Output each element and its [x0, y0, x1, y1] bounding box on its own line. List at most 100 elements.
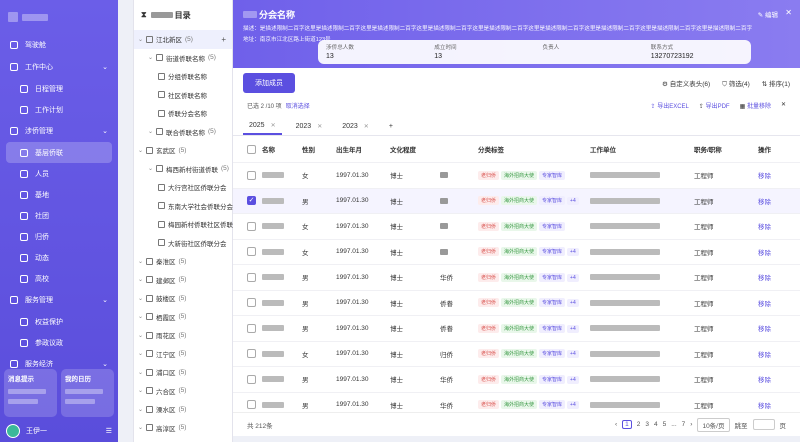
page-number[interactable]: ... [671, 421, 676, 428]
tree-node[interactable]: ⌄ 玄武区 (5) [134, 141, 232, 160]
more-tags[interactable]: +4 [567, 197, 579, 206]
chevron-icon[interactable]: ⌄ [138, 295, 146, 302]
add-tab-button[interactable]: + [383, 117, 399, 135]
sidebar-item-13[interactable]: 权益保护 [0, 311, 118, 332]
row-checkbox[interactable] [247, 247, 256, 257]
row-checkbox[interactable] [247, 298, 256, 308]
more-tags[interactable]: +4 [567, 248, 579, 257]
chevron-icon[interactable]: ⌄ [138, 313, 146, 320]
remove-link[interactable]: 移除 [756, 170, 786, 180]
tree-node[interactable]: 东南大学社会侨联分会 [134, 197, 233, 216]
next-page-icon[interactable]: › [690, 421, 692, 428]
chevron-icon[interactable]: ⌄ [138, 424, 146, 431]
sidebar-item-6[interactable]: 人员 [0, 163, 118, 184]
remove-link[interactable]: 移除 [756, 221, 786, 231]
tree-node[interactable]: ⌄ 梅西新村街道侨联 (5) [134, 160, 232, 179]
tree-node[interactable]: ⌄ 江北新区 (5) + [134, 30, 232, 49]
more-tags[interactable]: +4 [567, 324, 579, 333]
tree-node[interactable]: ⌄ 高淳区 (5) [134, 419, 232, 438]
table-row[interactable]: 男 1997.01.30 博士 华侨 老归侨 海外招商大使 专家智库 +4 工程师 移除 [233, 367, 800, 393]
row-checkbox[interactable] [247, 170, 256, 180]
remove-link[interactable]: 移除 [756, 323, 786, 333]
table-row[interactable]: 男 1997.01.30 博士 侨眷 老归侨 海外招商大使 专家智库 +4 工程师 移除 [233, 291, 800, 316]
sidebar-item-12[interactable]: 服务管理 ⌄ [0, 289, 118, 311]
remove-link[interactable]: 移除 [756, 272, 786, 282]
tree-node[interactable]: ⌄ 栖霞区 (5) [134, 308, 232, 327]
tab-1[interactable]: 2023 ✕ [290, 117, 329, 135]
close-icon[interactable]: ✕ [785, 8, 792, 17]
sidebar-item-11[interactable]: 高校 [0, 268, 118, 289]
remove-link[interactable]: 移除 [756, 247, 786, 257]
sidebar-item-1[interactable]: 工作中心 ⌄ [0, 56, 118, 78]
export-excel-button[interactable]: ⇪ 导出EXCEL [651, 101, 689, 110]
tree-node[interactable]: ⌄ 江宁区 (5) [134, 345, 232, 364]
tree-node[interactable]: ⌄ 建邺区 (5) [134, 271, 232, 290]
remove-link[interactable]: 移除 [756, 374, 786, 384]
chevron-icon[interactable]: ⌄ [138, 36, 146, 43]
chevron-icon[interactable]: ⌄ [148, 54, 156, 61]
chevron-icon[interactable]: ⌄ [138, 147, 146, 154]
jump-input[interactable] [752, 419, 775, 430]
row-checkbox[interactable]: ✓ [247, 196, 256, 206]
tree-node[interactable]: ⌄ 浦口区 (5) [134, 363, 232, 382]
tree-node[interactable]: 梅园新村侨联社区侨联 [134, 215, 233, 234]
tab-0[interactable]: 2025 ✕ [243, 117, 282, 135]
remove-link[interactable]: 移除 [756, 400, 786, 410]
sidebar-item-8[interactable]: 社团 [0, 205, 118, 226]
tree-node[interactable]: ⌄ 溧水区 (5) [134, 400, 232, 419]
sidebar-item-4[interactable]: 涉侨管理 ⌄ [0, 120, 118, 142]
settings-icon[interactable]: ☰ [106, 427, 112, 435]
sidebar-item-2[interactable]: 日程管理 [0, 78, 118, 99]
row-checkbox[interactable] [247, 323, 256, 333]
sidebar-item-10[interactable]: 动态 [0, 247, 118, 268]
page-number[interactable]: 2 [637, 421, 641, 428]
more-tags[interactable]: +4 [567, 299, 579, 308]
tree-node[interactable]: 社区侨联名称 [134, 86, 232, 105]
close-icon[interactable]: ✕ [271, 122, 276, 129]
row-checkbox[interactable] [247, 272, 256, 282]
tree-node[interactable]: ⌄ 秦淮区 (5) [134, 252, 232, 271]
message-card[interactable]: 消息提示 [4, 369, 57, 417]
close-icon[interactable]: ✕ [781, 101, 786, 110]
tree-node[interactable]: ⌄ 街道侨联名称 (5) [134, 49, 232, 68]
export-pdf-button[interactable]: ⇪ 导出PDF [699, 101, 730, 110]
sidebar-item-14[interactable]: 参政议政 [0, 332, 118, 353]
chevron-icon[interactable]: ⌄ [138, 276, 146, 283]
close-icon[interactable]: ✕ [364, 123, 369, 130]
calendar-card[interactable]: 我的日历 [61, 369, 114, 417]
more-tags[interactable]: +4 [567, 350, 579, 359]
tree-node[interactable]: ⌄ 联合侨联名称 (5) [134, 123, 232, 142]
chevron-icon[interactable]: ⌄ [148, 165, 156, 172]
sort-button[interactable]: ⇅ 排序(1) [762, 78, 790, 89]
table-row[interactable]: 男 1997.01.30 博士 侨眷 老归侨 海外招商大使 专家智库 +4 工程师 移除 [233, 316, 800, 342]
page-number[interactable]: 1 [622, 420, 632, 429]
row-checkbox[interactable] [247, 221, 256, 231]
prev-page-icon[interactable]: ‹ [615, 421, 617, 428]
sidebar-item-3[interactable]: 工作计划 [0, 99, 118, 120]
sidebar-item-5[interactable]: 基层侨联 [6, 142, 112, 163]
tree-node[interactable]: 分组侨联名称 [134, 67, 232, 86]
chevron-icon[interactable]: ⌄ [138, 369, 146, 376]
page-number[interactable]: 3 [645, 421, 649, 428]
tree-node[interactable]: 大行宫社区侨联分会 [134, 178, 232, 197]
chevron-icon[interactable]: ⌄ [138, 258, 146, 265]
table-row[interactable]: 女 1997.01.30 博士 老归侨 海外招商大使 专家智库 工程师 移除 [233, 214, 800, 240]
table-row[interactable]: 女 1997.01.30 博士 归侨 老归侨 海外招商大使 专家智库 +4 工程师 移除 [233, 342, 800, 367]
chevron-icon[interactable]: ⌄ [138, 406, 146, 413]
table-row[interactable]: 女 1997.01.30 博士 老归侨 海外招商大使 专家智库 工程师 移除 [233, 163, 800, 189]
remove-link[interactable]: 移除 [756, 196, 786, 206]
tree-node[interactable]: ⌄ 雨花区 (5) [134, 326, 232, 345]
table-row[interactable]: ✓ 男 1997.01.30 博士 老归侨 海外招商大使 专家智库 +4 工程师 移除 [233, 188, 800, 214]
table-row[interactable]: 男 1997.01.30 博士 华侨 老归侨 海外招商大使 专家智库 +4 工程师 移除 [233, 265, 800, 291]
remove-link[interactable]: 移除 [756, 349, 786, 359]
page-number[interactable]: 5 [663, 421, 667, 428]
remove-link[interactable]: 移除 [756, 298, 786, 308]
user-footer[interactable]: 王伊一 ☰ [0, 420, 118, 442]
filter-button[interactable]: ⛉ 筛选(4) [722, 78, 750, 89]
sidebar-item-0[interactable]: 驾驶舱 [0, 34, 118, 56]
add-member-button[interactable]: 添加成员 [243, 73, 295, 93]
row-checkbox[interactable] [247, 374, 256, 384]
tree-node[interactable]: ⌄ 六合区 (5) [134, 382, 232, 401]
tree-node[interactable]: 大新街社区侨联分会 [134, 234, 232, 253]
more-tags[interactable]: +4 [567, 401, 579, 410]
